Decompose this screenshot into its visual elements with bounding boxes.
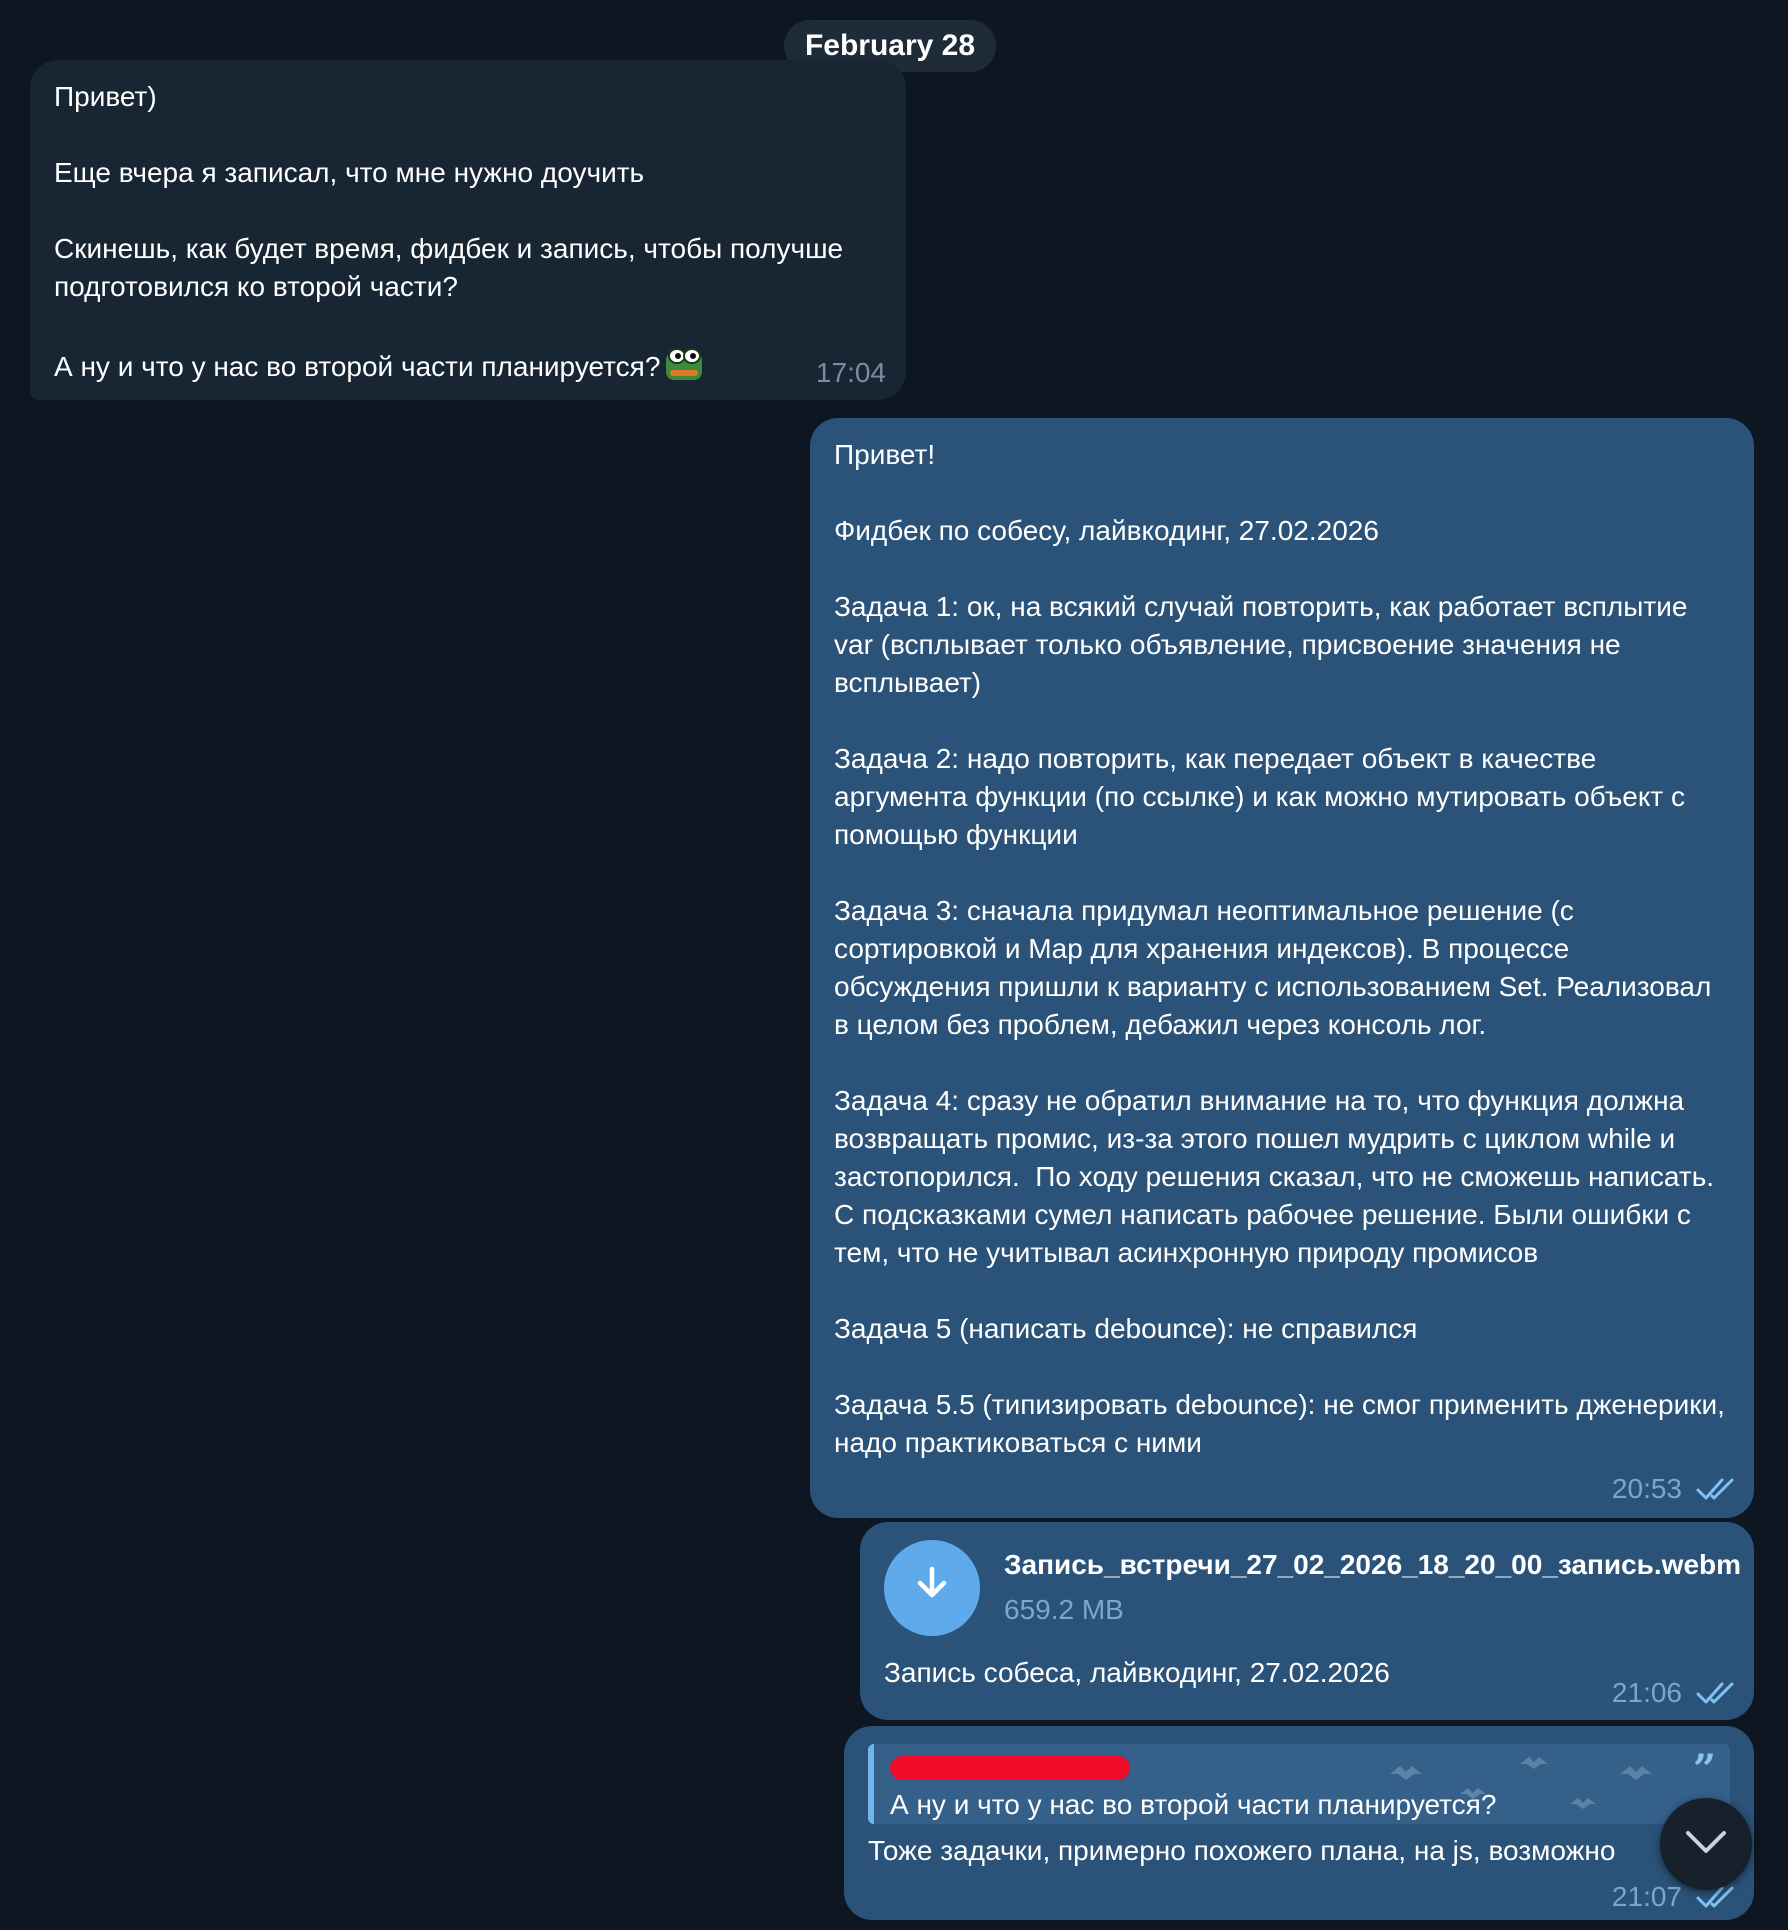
outgoing-file-message[interactable]: Запись_встречи_27_02_2026_18_20_00_запис… (860, 1522, 1754, 1720)
message-meta: 17:04 (816, 354, 886, 392)
message-time: 17:04 (815, 357, 886, 388)
message-time: 21:06 (1611, 1677, 1682, 1708)
file-attachment[interactable]: Запись_встречи_27_02_2026_18_20_00_запис… (884, 1540, 1741, 1636)
chat-area: February 28 Привет) Еще вчера я записал,… (0, 0, 1788, 1930)
bats-pattern (1370, 1744, 1670, 1824)
download-button[interactable] (884, 1540, 980, 1636)
chevron-down-icon (1682, 1827, 1730, 1862)
file-caption: Запись собеса, лайвкодинг, 27.02.2026 (884, 1657, 1390, 1688)
download-arrow-icon (910, 1561, 954, 1615)
frog-emoji-icon (664, 344, 704, 394)
message-text: Привет! Фидбек по собесу, лайвкодинг, 27… (834, 439, 1725, 1458)
message-text: Тоже задачки, примерно похожего плана, н… (868, 1835, 1616, 1866)
scroll-to-bottom-button[interactable] (1660, 1798, 1752, 1890)
file-name[interactable]: Запись_встречи_27_02_2026_18_20_00_запис… (1004, 1546, 1741, 1584)
reply-quote[interactable]: А ну и что у нас во второй части планиру… (868, 1744, 1730, 1824)
redacted-sender-name (890, 1756, 1130, 1780)
outgoing-reply-message[interactable]: А ну и что у нас во второй части планиру… (844, 1726, 1754, 1920)
quote-icon: ” (1692, 1746, 1716, 1793)
message-meta: 20:53 (1612, 1470, 1736, 1508)
incoming-message[interactable]: Привет) Еще вчера я записал, что мне нуж… (30, 60, 906, 400)
message-meta: 21:06 (1612, 1674, 1736, 1712)
double-check-icon (1696, 1680, 1736, 1706)
message-time: 20:53 (1611, 1473, 1682, 1504)
file-size: 659.2 MB (1004, 1594, 1124, 1625)
file-info: Запись_встречи_27_02_2026_18_20_00_запис… (1004, 1546, 1741, 1630)
message-text: Привет) Еще вчера я записал, что мне нуж… (54, 81, 844, 382)
outgoing-message[interactable]: Привет! Фидбек по собесу, лайвкодинг, 27… (810, 418, 1754, 1518)
double-check-icon (1696, 1476, 1736, 1502)
message-time: 21:07 (1611, 1881, 1682, 1912)
